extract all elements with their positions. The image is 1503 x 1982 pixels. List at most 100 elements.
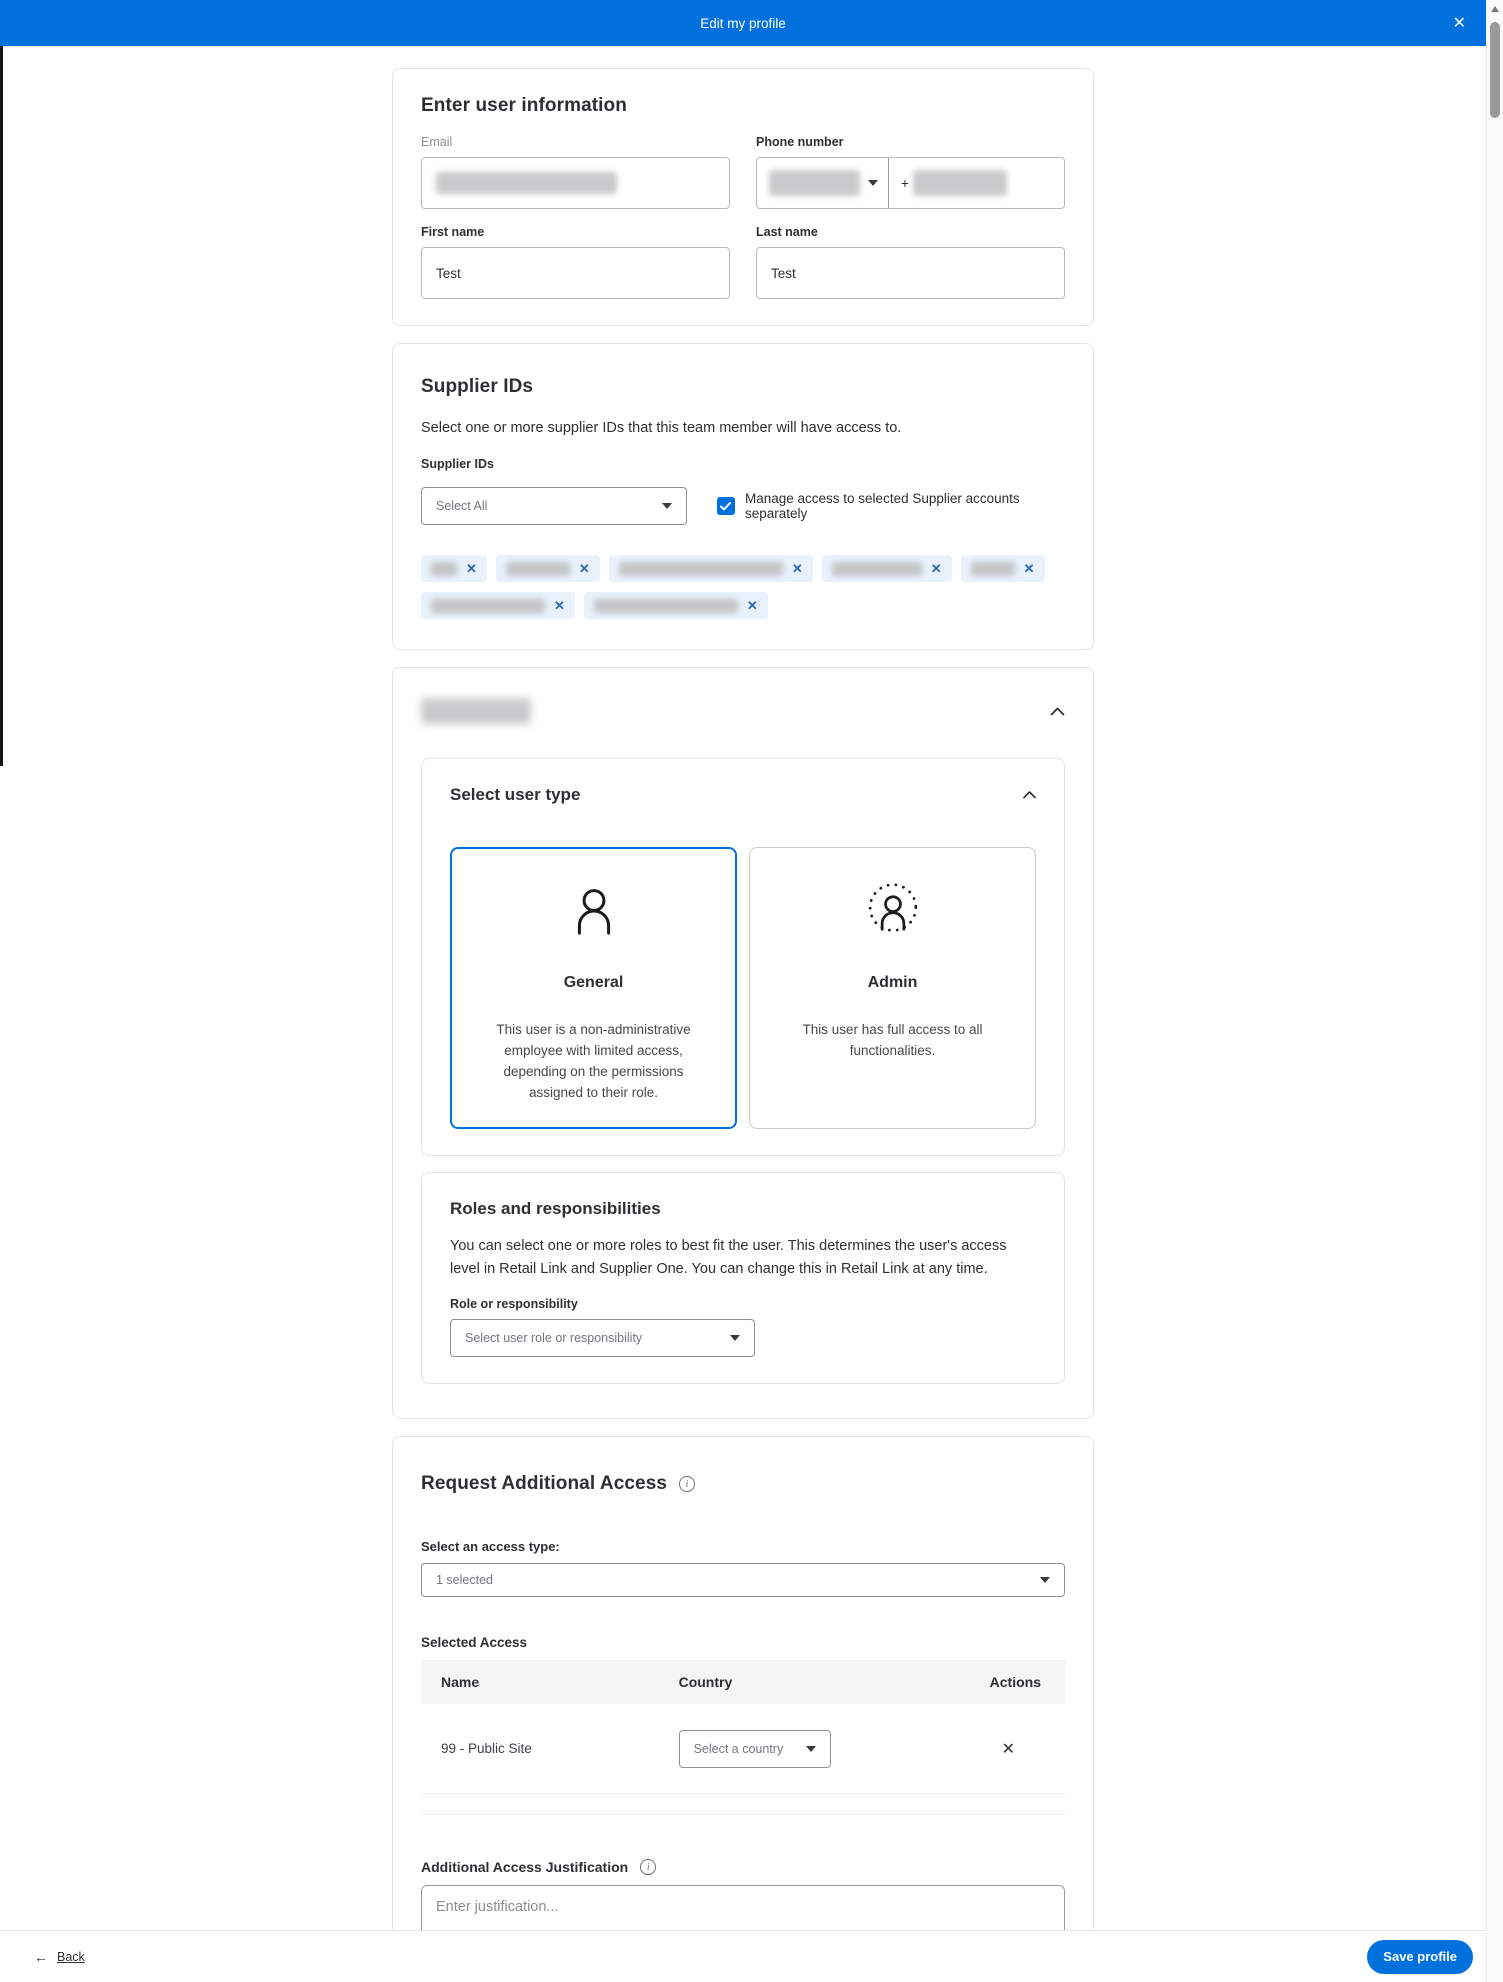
email-field-group: Email <box>421 135 730 209</box>
admin-person-icon <box>774 878 1011 944</box>
country-select-placeholder: Select a country <box>693 1741 784 1756</box>
chevron-down-icon <box>805 1745 816 1752</box>
chip-remove-icon[interactable]: ✕ <box>792 562 803 575</box>
last-name-value: Test <box>771 265 796 281</box>
user-type-option-general[interactable]: General This user is a non-administrativ… <box>450 847 737 1129</box>
supplier-chip: ✕ <box>495 555 600 583</box>
info-icon[interactable]: i <box>679 1476 696 1493</box>
role-select[interactable]: Select user role or responsibility <box>450 1319 755 1358</box>
roles-title: Roles and responsibilities <box>450 1198 661 1218</box>
access-name: 99 - Public Site <box>441 1741 532 1757</box>
user-type-name: Admin <box>867 974 918 992</box>
remove-access-icon[interactable]: ✕ <box>1002 1739 1041 1759</box>
last-name-field-group: Last name Test <box>756 225 1065 299</box>
select-user-type-title: Select user type <box>450 785 581 805</box>
first-name-field[interactable]: Test <box>421 247 730 299</box>
chip-remove-icon[interactable]: ✕ <box>466 562 477 575</box>
additional-access-card: Request Additional Access i Select an ac… <box>392 1436 1094 1982</box>
chip-redacted-text <box>505 561 570 576</box>
collapse-user-type-button[interactable] <box>1023 791 1036 799</box>
access-type-select[interactable]: 1 selected <box>421 1563 1065 1598</box>
email-field[interactable] <box>421 157 730 209</box>
role-label: Role or responsibility <box>450 1297 578 1312</box>
access-type-label: Select an access type: <box>421 1539 560 1555</box>
chip-redacted-text <box>831 561 922 576</box>
justification-placeholder: Enter justification... <box>436 1899 559 1916</box>
back-label: Back <box>57 1949 85 1964</box>
phone-number-redacted-value <box>912 170 1007 196</box>
column-header-name: Name <box>441 1674 480 1691</box>
chip-redacted-text <box>970 561 1015 576</box>
user-type-option-admin[interactable]: Admin This user has full access to all f… <box>749 847 1036 1129</box>
chip-remove-icon[interactable]: ✕ <box>554 599 565 612</box>
phone-field-group: Phone number + <box>756 135 1065 209</box>
first-name-field-group: First name Test <box>421 225 730 299</box>
modal-footer: ← Back Save profile <box>0 1930 1486 1982</box>
phone-code-redacted-value <box>769 170 860 196</box>
supplier-ids-title: Supplier IDs <box>421 376 534 397</box>
form-content: Enter user information Email Phone numbe… <box>392 68 1094 1982</box>
last-name-label: Last name <box>756 225 818 239</box>
country-select[interactable]: Select a country <box>678 1729 831 1768</box>
email-label: Email <box>421 135 453 149</box>
phone-label: Phone number <box>756 135 844 149</box>
phone-country-code-select[interactable] <box>757 158 889 208</box>
chevron-down-icon <box>868 180 878 186</box>
supplier-ids-card: Supplier IDs Select one or more supplier… <box>392 343 1094 651</box>
chip-remove-icon[interactable]: ✕ <box>747 599 758 612</box>
scrollbar-up-arrow-icon[interactable] <box>1491 6 1499 12</box>
phone-prefix: + <box>901 175 909 191</box>
select-user-type-card: Select user type General This user is a … <box>421 758 1065 1156</box>
user-type-section-card: Select user type General This user is a … <box>392 667 1094 1420</box>
back-button[interactable]: ← Back <box>34 1949 85 1965</box>
roles-description: You can select one or more roles to best… <box>450 1237 1007 1277</box>
chip-redacted-text <box>431 598 545 613</box>
first-name-label: First name <box>421 225 485 239</box>
chip-redacted-text <box>593 598 738 613</box>
check-icon <box>720 501 732 511</box>
save-profile-button[interactable]: Save profile <box>1367 1939 1473 1974</box>
collapse-section-button[interactable] <box>1050 707 1065 716</box>
user-type-name: General <box>563 974 624 992</box>
manage-access-checkbox-row: Manage access to selected Supplier accou… <box>716 491 1065 522</box>
supplier-ids-select[interactable]: Select All <box>421 487 687 526</box>
justification-label: Additional Access Justification <box>421 1859 629 1876</box>
selected-access-label: Selected Access <box>421 1635 528 1651</box>
scrollbar-thumb[interactable] <box>1490 22 1500 118</box>
chip-remove-icon[interactable]: ✕ <box>931 562 942 575</box>
access-type-value: 1 selected <box>436 1573 493 1588</box>
phone-number-input[interactable]: + <box>889 158 1064 208</box>
manage-access-checkbox-label: Manage access to selected Supplier accou… <box>744 491 1020 522</box>
chip-redacted-text <box>618 561 783 576</box>
user-information-title: Enter user information <box>421 95 627 116</box>
roles-card: Roles and responsibilities You can selec… <box>421 1171 1065 1385</box>
user-type-description: This user has full access to all functio… <box>802 1022 983 1058</box>
chip-remove-icon[interactable]: ✕ <box>1024 562 1035 575</box>
page-scrollbar[interactable] <box>1486 0 1503 1982</box>
chevron-up-icon <box>1023 791 1036 799</box>
info-icon[interactable]: i <box>640 1859 657 1876</box>
close-icon[interactable]: ✕ <box>1453 0 1466 46</box>
back-arrow-icon: ← <box>34 1948 48 1965</box>
chevron-down-icon <box>1040 1577 1050 1584</box>
first-name-value: Test <box>436 265 461 281</box>
last-name-field[interactable]: Test <box>756 247 1065 299</box>
supplier-chip: ✕ <box>421 592 575 620</box>
column-header-country: Country <box>678 1674 733 1691</box>
supplier-chip: ✕ <box>821 555 952 583</box>
chip-remove-icon[interactable]: ✕ <box>579 562 590 575</box>
modal-title: Edit my profile <box>700 15 786 31</box>
supplier-chip: ✕ <box>421 555 487 583</box>
modal-header: Edit my profile ✕ <box>0 0 1486 46</box>
manage-access-checkbox[interactable] <box>716 497 735 516</box>
table-row: 99 - Public Site Select a country ✕ <box>421 1704 1065 1795</box>
user-type-description: This user is a non-administrative employ… <box>496 1022 691 1100</box>
supplier-ids-description: Select one or more supplier IDs that thi… <box>421 420 902 436</box>
user-information-card: Enter user information Email Phone numbe… <box>392 68 1094 326</box>
left-edge-line <box>0 46 3 766</box>
supplier-chip: ✕ <box>583 592 768 620</box>
person-icon <box>475 878 712 944</box>
chip-redacted-text <box>431 561 457 576</box>
additional-access-title: Request Additional Access <box>421 1473 668 1495</box>
chevron-up-icon <box>1050 707 1065 715</box>
